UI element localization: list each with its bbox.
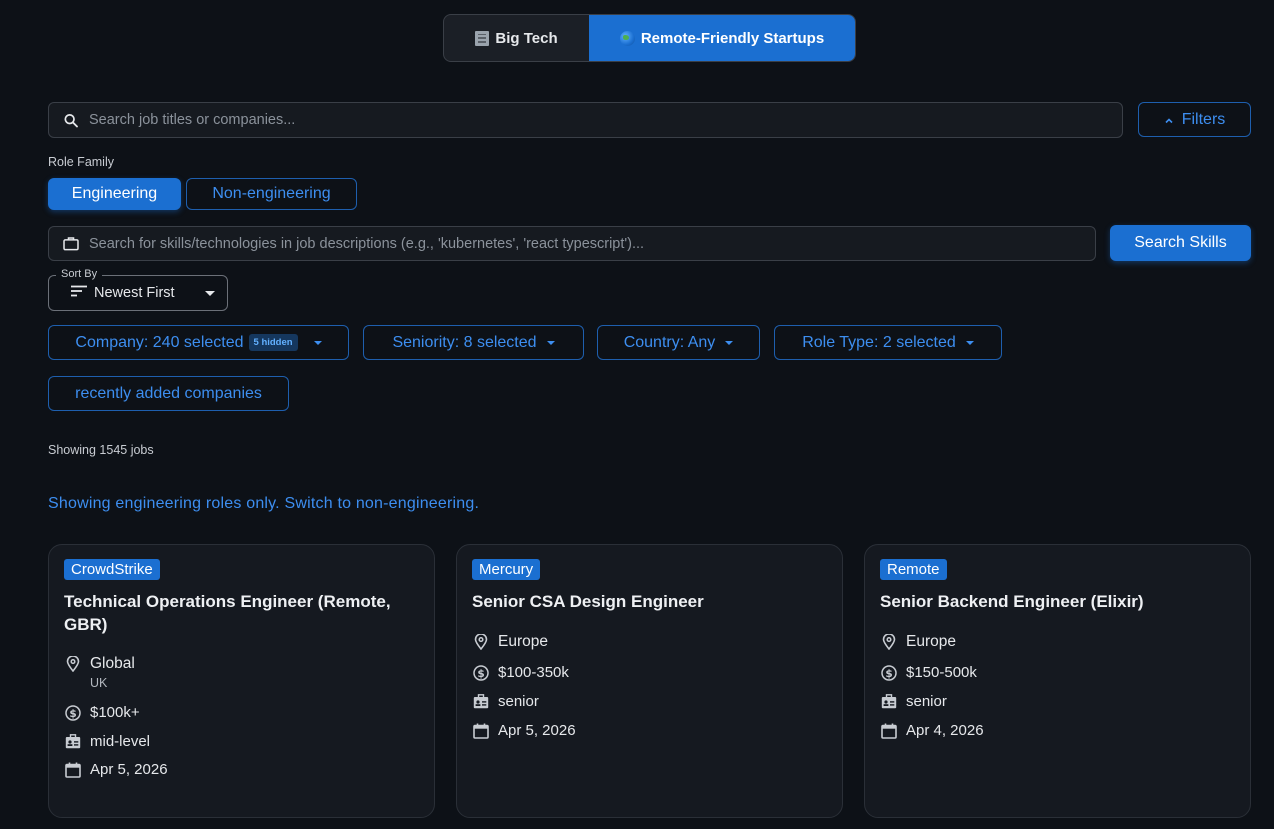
job-date: Apr 5, 2026 [473,722,576,739]
tab-big-tech-label: Big Tech [495,29,558,47]
company-tag: Remote [880,559,947,580]
job-date: Apr 5, 2026 [65,761,168,778]
dollar-icon: $ [881,664,897,681]
sort-legend: Sort By [56,268,103,280]
calendar-icon [473,723,489,739]
job-card[interactable]: Remote Senior Backend Engineer (Elixir) … [864,544,1251,818]
search-input[interactable] [89,112,1122,128]
job-location: Europe [881,633,956,651]
job-date-text: Apr 5, 2026 [498,722,576,739]
skills-search-bar [48,226,1096,261]
job-date: Apr 4, 2026 [881,722,984,739]
results-count: Showing 1545 jobs [48,443,154,457]
location-pin-icon [881,634,897,650]
location-pin-icon [65,656,81,672]
company-filter[interactable]: Company: 240 selected 5 hidden [48,325,349,360]
dropdown-caret-icon [965,340,974,345]
calendar-icon [881,723,897,739]
dropdown-caret-icon [725,340,734,345]
dollar-icon: $ [473,664,489,681]
job-title: Technical Operations Engineer (Remote, G… [64,592,391,634]
job-level: senior [881,693,947,710]
role-type-filter[interactable]: Role Type: 2 selected [774,325,1002,360]
tab-remote-startups-label: Remote-Friendly Startups [640,29,825,47]
job-level-text: mid-level [90,733,151,750]
job-salary: $ $100-350k [473,664,569,681]
filters-label: Filters [1181,110,1226,128]
dropdown-caret-icon [313,340,322,345]
location-pin-icon [473,634,489,650]
job-salary-text: $150-500k [906,664,977,681]
engineering-notice-link[interactable]: Showing engineering roles only. Switch t… [48,495,479,513]
job-location-text: Europe [498,633,548,650]
filters-button[interactable]: Filters [1138,102,1251,137]
tab-remote-startups[interactable]: Remote-Friendly Startups [589,15,855,61]
tab-big-tech[interactable]: Big Tech [444,15,589,61]
dollar-icon: $ [65,704,81,721]
job-level-text: senior [498,693,539,710]
briefcase-icon [63,236,79,252]
role-non-engineering-button[interactable]: Non-engineering [186,178,357,210]
globe-icon [619,30,635,46]
svg-text:$: $ [885,668,892,680]
recently-added-companies-filter[interactable]: recently added companies [48,376,289,411]
role-engineering-button[interactable]: Engineering [48,178,181,210]
sort-value: Newest First [94,285,175,301]
job-title: Senior CSA Design Engineer [472,592,704,611]
calendar-icon [65,762,81,778]
job-title: Senior Backend Engineer (Elixir) [880,592,1144,611]
company-filter-label: Company: 240 selected [75,333,244,351]
svg-text:$: $ [69,708,76,720]
job-date-text: Apr 5, 2026 [90,761,168,778]
seniority-filter[interactable]: Seniority: 8 selected [363,325,584,360]
job-location-sub: UK [90,676,108,690]
job-location: Global UK [65,655,135,690]
company-tag: CrowdStrike [64,559,160,580]
country-filter-label: Country: Any [623,333,716,351]
search-skills-button[interactable]: Search Skills [1110,225,1251,261]
job-location-text: Global [90,655,135,672]
chevron-up-icon [1164,111,1174,129]
job-location: Europe [473,633,548,651]
badge-id-icon [881,694,897,710]
svg-text:$: $ [477,668,484,680]
search-icon [63,112,79,128]
job-card[interactable]: Mercury Senior CSA Design Engineer Europ… [456,544,843,818]
skills-input[interactable] [89,235,1095,252]
job-card[interactable]: CrowdStrike Technical Operations Enginee… [48,544,435,818]
job-date-text: Apr 4, 2026 [906,722,984,739]
job-level-text: senior [906,693,947,710]
job-level: senior [473,693,539,710]
hidden-count-badge: 5 hidden [248,334,298,351]
sort-icon [71,285,87,301]
job-search-bar [48,102,1123,138]
job-salary: $ $150-500k [881,664,977,681]
seniority-filter-label: Seniority: 8 selected [392,333,537,351]
country-filter[interactable]: Country: Any [597,325,760,360]
dropdown-caret-icon [205,291,215,296]
sort-select[interactable]: Newest First [48,275,228,311]
job-salary-text: $100k+ [90,704,140,721]
building-icon [475,30,490,46]
badge-id-icon [473,694,489,710]
company-tag: Mercury [472,559,541,580]
badge-id-icon [65,734,81,750]
job-salary: $ $100k+ [65,704,140,721]
role-type-filter-label: Role Type: 2 selected [802,333,956,351]
job-level: mid-level [65,733,150,750]
job-location-text: Europe [906,633,956,650]
dropdown-caret-icon [546,340,555,345]
job-source-toggle: Big Tech Remote-Friendly Startups [443,14,856,62]
job-salary-text: $100-350k [498,664,569,681]
role-family-label: Role Family [48,155,114,169]
